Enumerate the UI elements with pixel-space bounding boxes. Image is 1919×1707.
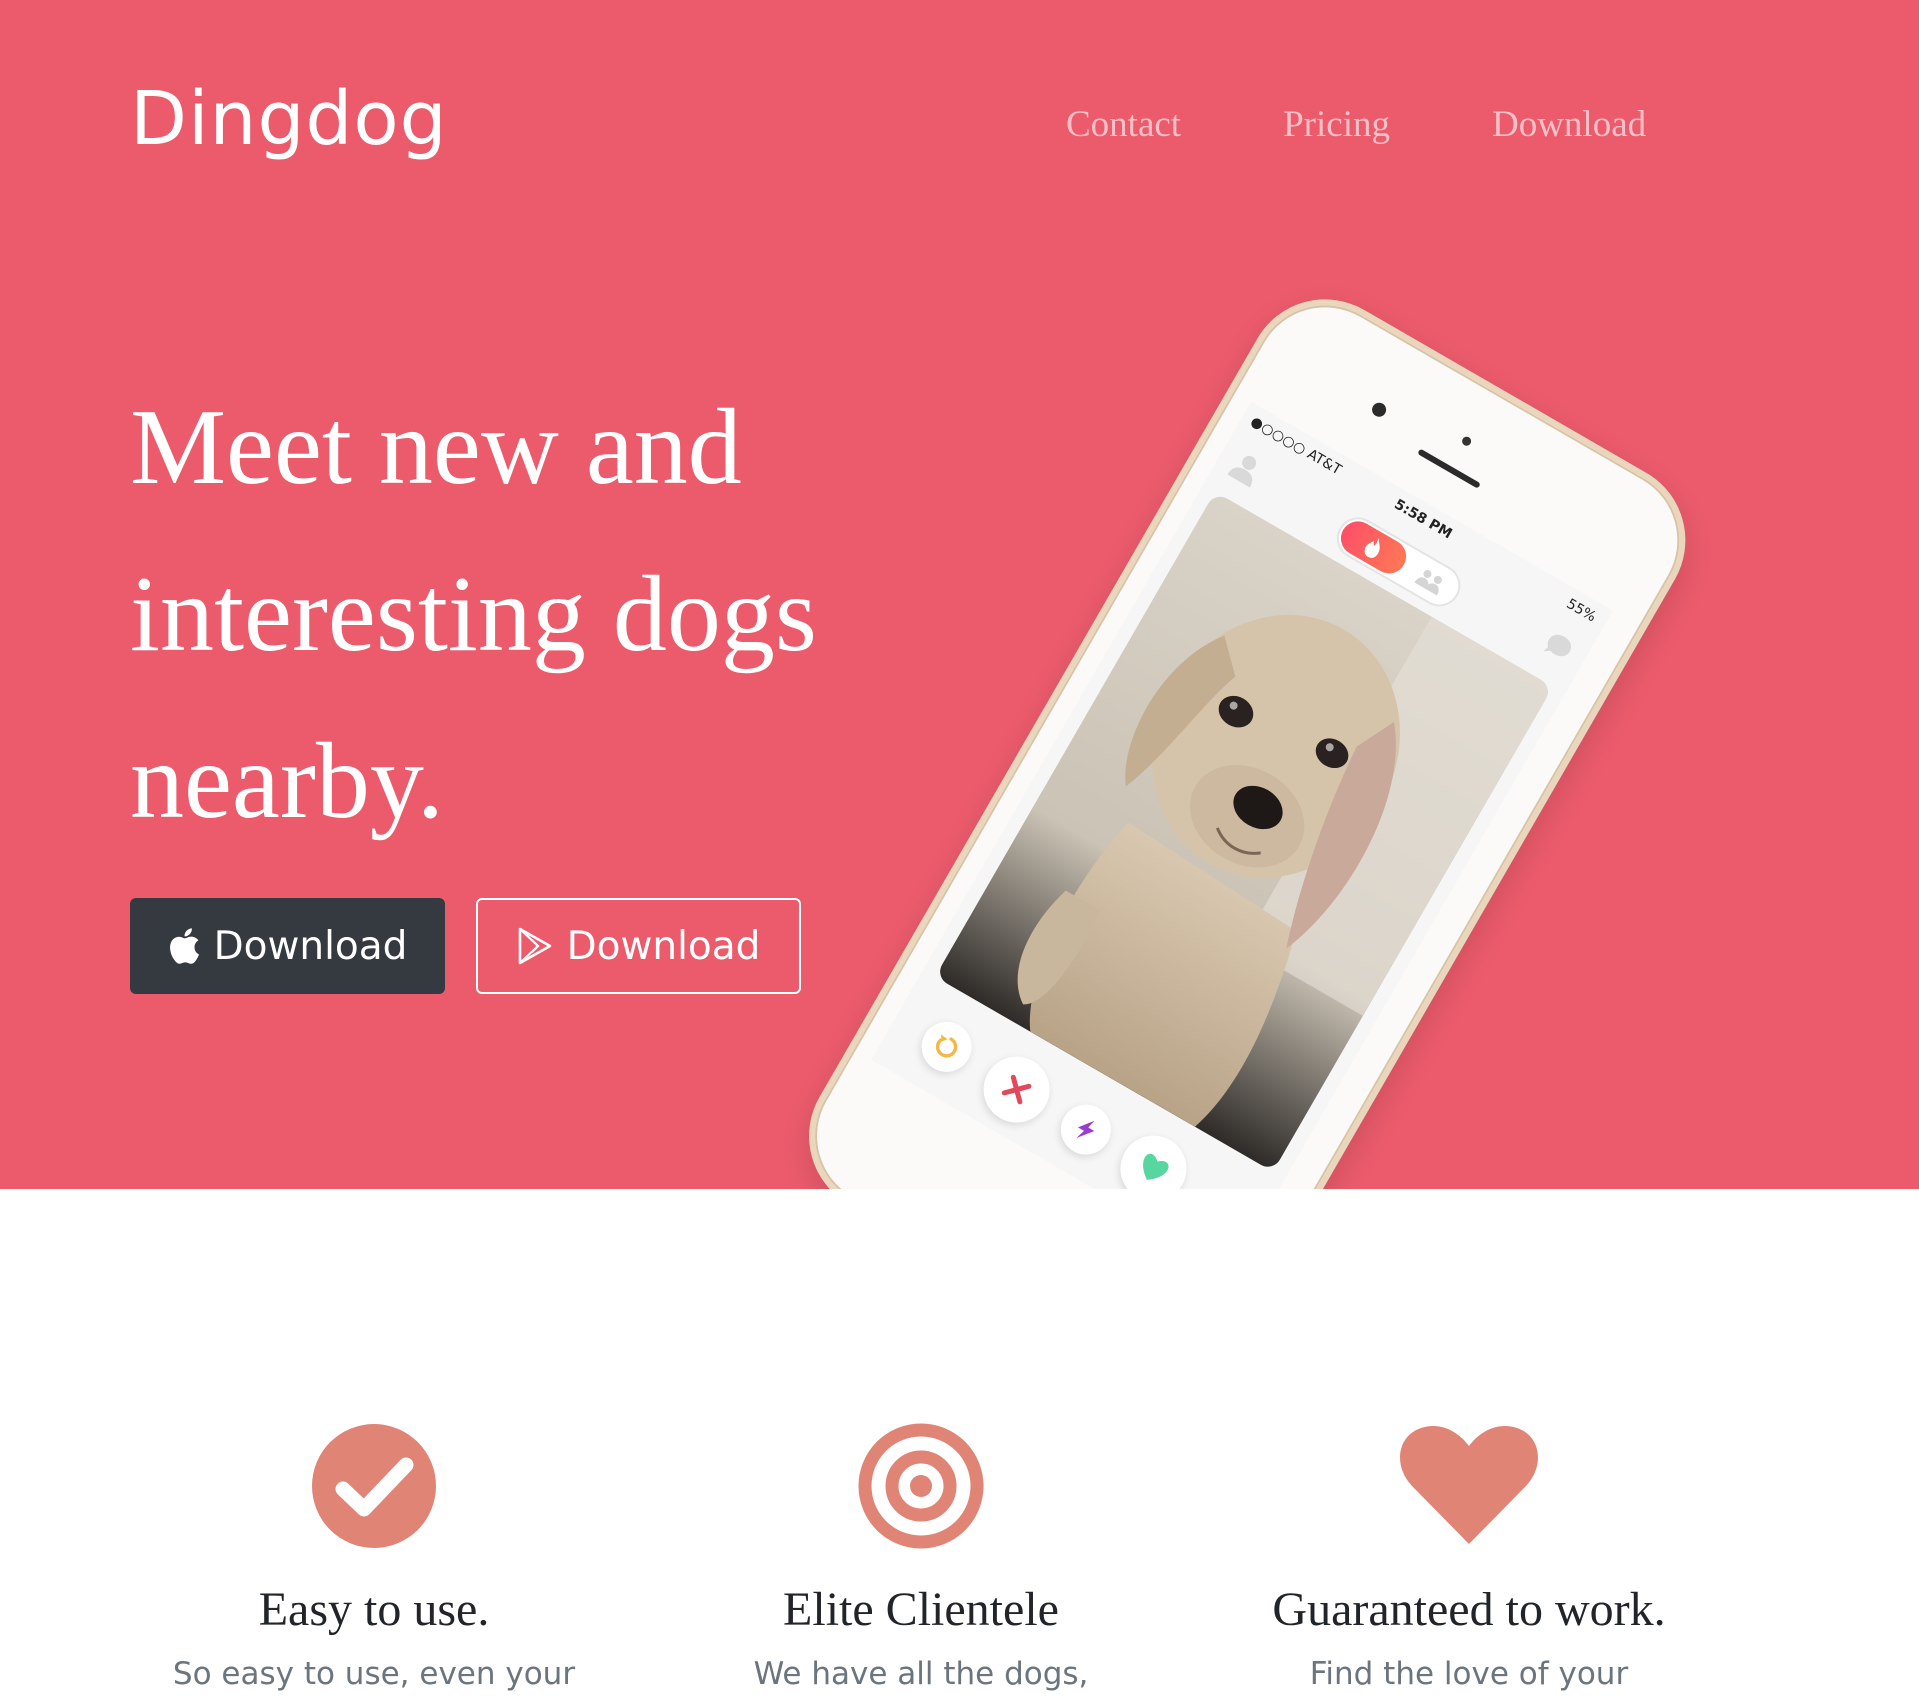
google-play-download-label: Download [566,923,761,969]
google-play-download-button[interactable]: Download [476,898,801,994]
dislike-icon[interactable] [971,1044,1062,1135]
feature-text: So easy to use, even your [172,1655,576,1692]
nav-link-download[interactable]: Download [1492,106,1646,143]
feature-elite-clientele: Elite Clientele We have all the dogs, [641,1421,1201,1696]
nav-link-pricing[interactable]: Pricing [1283,106,1390,143]
feature-title: Guaranteed to work. [1272,1583,1666,1636]
app-store-download-button[interactable]: Download [130,898,445,994]
status-battery: 55% [1563,595,1599,626]
phone-camera [1369,400,1389,420]
phone-screen: ●○○○○ AT&T 5:58 PM 55% [871,401,1613,1189]
nav-link-contact[interactable]: Contact [1066,106,1181,143]
play-store-icon [517,927,553,965]
app-store-download-label: Download [213,923,408,969]
chat-icon [1535,627,1578,672]
feature-text: We have all the dogs, [753,1655,1089,1692]
check-circle-icon [94,1421,654,1551]
features-section: Easy to use. So easy to use, even your E… [0,1189,1919,1707]
feature-title: Elite Clientele [783,1583,1059,1636]
super-like-icon[interactable] [1051,1095,1121,1164]
hero-headline: Meet new and interesting dogs nearby. [130,388,817,841]
phone-sensor [1460,435,1473,448]
brand-logo[interactable]: Dingdog [130,82,448,156]
like-icon[interactable] [1108,1123,1199,1189]
feature-guaranteed: Guaranteed to work. Find the love of you… [1189,1421,1749,1696]
group-icon [1410,563,1449,601]
profile-icon [1223,447,1267,494]
feature-title: Easy to use. [258,1583,490,1636]
rewind-icon[interactable] [912,1012,981,1082]
feature-text: Find the love of your [1309,1655,1629,1692]
target-icon [641,1421,1201,1551]
feature-easy-to-use: Easy to use. So easy to use, even your [94,1421,654,1696]
hero-section: Dingdog Contact Pricing Download Meet ne… [0,0,1919,1189]
apple-icon [168,927,200,965]
top-nav: Contact Pricing Download [1066,106,1646,143]
phone-speaker [1417,448,1481,489]
heart-icon [1189,1421,1749,1551]
